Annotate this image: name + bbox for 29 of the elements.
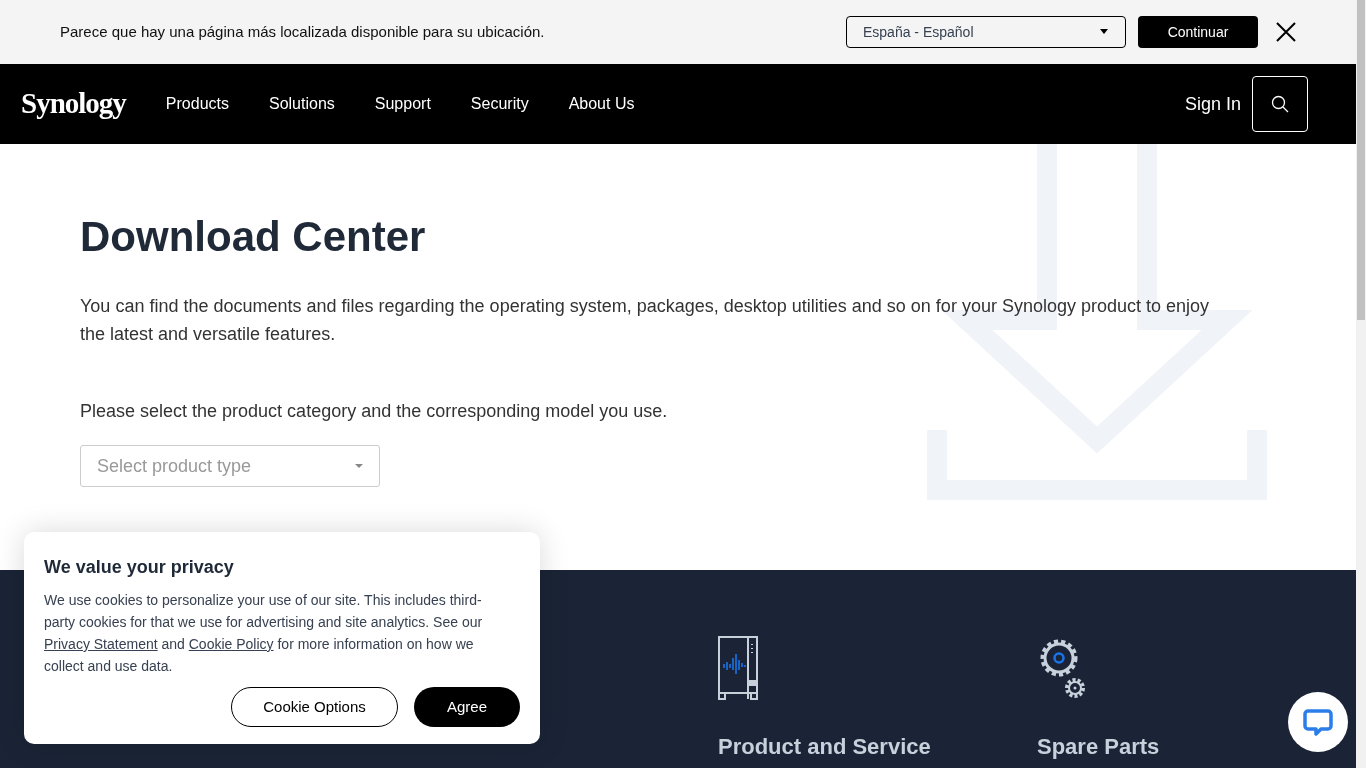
banner-message: Parece que hay una página más localizada disponible para su ubicación. xyxy=(60,21,545,42)
footer-heading[interactable]: Spare Parts xyxy=(1037,730,1356,763)
policy-link[interactable]: Privacy Statement xyxy=(44,636,158,652)
search-button[interactable] xyxy=(1252,76,1308,132)
continue-button[interactable]: Continuar xyxy=(1138,16,1258,48)
nav-link[interactable]: Security xyxy=(470,92,529,116)
nav-link[interactable]: Support xyxy=(374,92,431,116)
nas-device-icon xyxy=(718,636,758,700)
logo[interactable]: Synology xyxy=(21,82,126,126)
policy-link[interactable]: Cookie Policy xyxy=(188,636,274,652)
sign-in-link[interactable]: Sign In xyxy=(1184,90,1241,118)
agree-button[interactable]: Agree xyxy=(414,687,520,727)
scrollbar[interactable] xyxy=(1356,0,1366,768)
region-select[interactable]: España - Español xyxy=(846,16,1126,48)
cookie-options-button[interactable]: Cookie Options xyxy=(231,687,398,727)
search-icon xyxy=(1271,95,1289,113)
dropdown-arrow-icon xyxy=(1099,29,1109,35)
page-title: Download Center xyxy=(80,212,427,262)
selection-prompt: Please select the product category and the corresponding model you use. xyxy=(80,400,669,423)
nav-link[interactable]: Solutions xyxy=(268,92,335,116)
nav-link[interactable]: About Us xyxy=(568,92,635,116)
close-icon[interactable] xyxy=(1276,22,1296,42)
page-description: You can find the documents and files regarding the operating system, packages, desktop utilities and so on for your Synology product to enjoy the latest and versatile features. xyxy=(80,295,1211,346)
nav-link[interactable]: Products xyxy=(165,92,229,116)
footer-heading[interactable]: Product and Service xyxy=(718,730,1037,763)
chat-bubble-icon xyxy=(1303,707,1333,737)
cookie-title: We value your privacy xyxy=(44,556,235,579)
cookie-text: We use cookies to personalize your use of our site. This includes third-party cookies for that we use for advertising and site analytics. See our Privacy Statement and Cookie Policy for more information on how we collect and use data. xyxy=(44,591,484,676)
dropdown-arrow-icon xyxy=(355,463,363,469)
